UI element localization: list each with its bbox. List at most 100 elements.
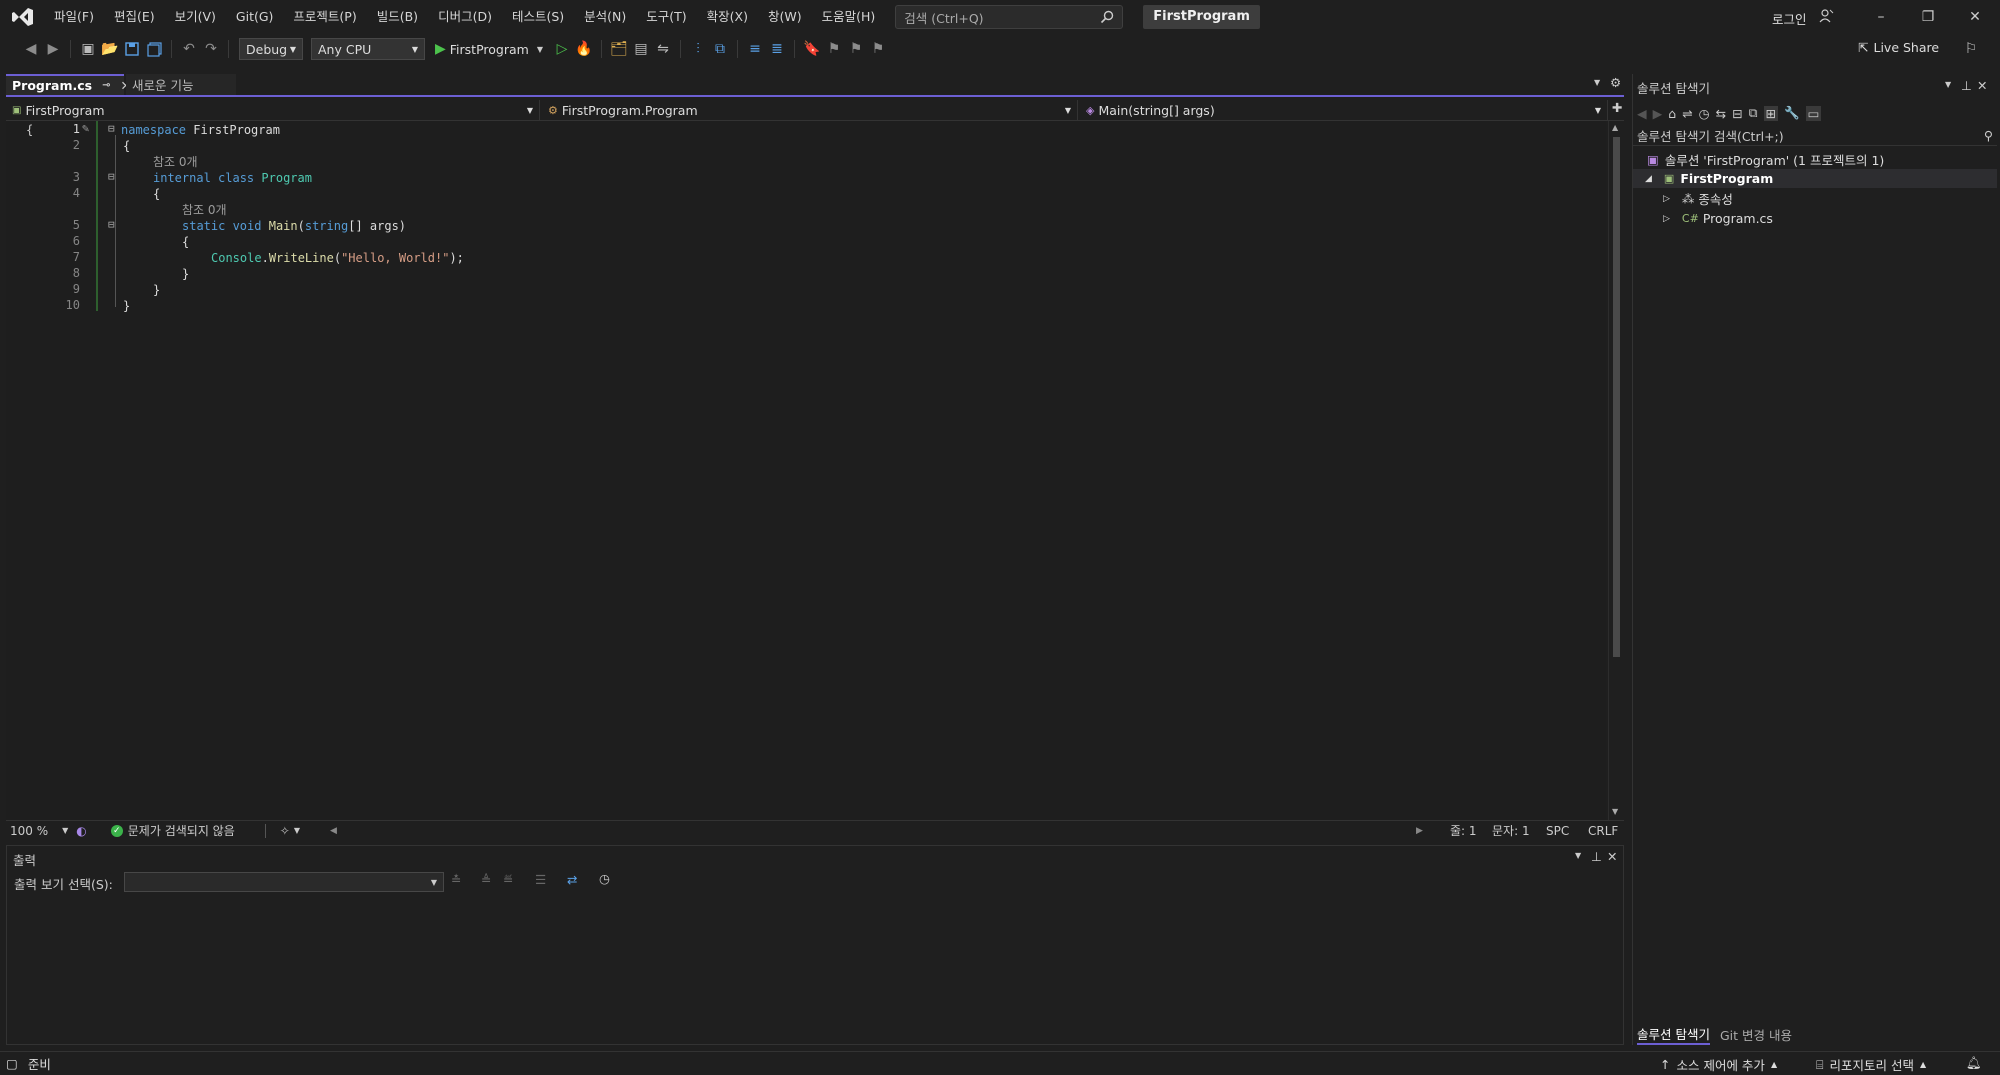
tree-item-solution[interactable]: ▣ 솔루션 'FirstProgram' (1 프로젝트의 1) (1633, 150, 1997, 169)
forward-icon[interactable]: ▶ (1653, 106, 1663, 121)
next-bookmark-icon[interactable]: ⚑ (845, 38, 867, 60)
menu-debug[interactable]: 디버그(D) (428, 0, 502, 34)
menu-analyze[interactable]: 분석(N) (574, 0, 636, 34)
close-window-button[interactable]: ✕ (1952, 0, 1998, 34)
save-all-icon[interactable] (143, 38, 165, 60)
clear-bookmarks-icon[interactable]: ⚑ (867, 38, 889, 60)
menu-git[interactable]: Git(G) (226, 0, 284, 34)
menu-edit[interactable]: 편집(E) (104, 0, 165, 34)
type-scope-dropdown[interactable]: ⚙ FirstProgram.Program ▼ (542, 100, 1078, 120)
output-window-icon[interactable]: ▢ (6, 1056, 18, 1071)
scroll-left-icon[interactable]: ◀ (330, 826, 337, 836)
menu-extensions[interactable]: 확장(X) (697, 0, 758, 34)
scroll-down-icon[interactable]: ▼ (1612, 807, 1618, 816)
reference-count[interactable]: 참조 0개 (182, 202, 227, 218)
switch-views-icon[interactable]: ⇌ (1682, 106, 1692, 121)
vertical-scrollbar[interactable]: ▲ ▼ (1608, 121, 1624, 821)
code-editor[interactable]: { ✎ 1 2 3 4 5 6 7 8 9 10 ⊟ ⊟ ⊟ namespace… (6, 121, 1606, 821)
bookmark-icon[interactable]: 🔖 (801, 38, 823, 60)
prev-message-icon[interactable]: ≜ (481, 872, 491, 887)
clock-icon[interactable]: ◷ (599, 871, 610, 886)
collapse-toggle-icon[interactable]: ⊟ (108, 122, 115, 135)
sync-icon[interactable]: ⇆ (1716, 106, 1726, 121)
step-icon[interactable]: ⇋ (652, 38, 674, 60)
project-scope-dropdown[interactable]: ▣ FirstProgram ▼ (6, 100, 540, 120)
solution-search-box[interactable]: 솔루션 탐색기 검색(Ctrl+;) ⚲ (1633, 126, 1997, 146)
restore-button[interactable]: ❐ (1905, 0, 1951, 34)
menu-project[interactable]: 프로젝트(P) (283, 0, 366, 34)
scrollbar-thumb[interactable] (1613, 137, 1620, 657)
zoom-level[interactable]: 100 % (10, 824, 48, 838)
live-share-button[interactable]: ⇱ Live Share (1858, 40, 1939, 55)
tab-whats-new[interactable]: 새로운 기능 (126, 74, 236, 95)
notifications-bell-icon[interactable]: 🔔︎ (1966, 1055, 1982, 1071)
login-link[interactable]: 로그인 (1772, 9, 1807, 28)
pending-changes-icon[interactable]: ◷ (1699, 106, 1710, 121)
menu-help[interactable]: 도움말(H) (812, 0, 886, 34)
compare-icon[interactable]: ⧉ (709, 38, 731, 60)
collapse-toggle-icon[interactable]: ⊟ (108, 218, 115, 231)
tab-git-changes[interactable]: Git 변경 내용 (1720, 1025, 1792, 1044)
redo-icon[interactable]: ↷ (200, 38, 222, 60)
reference-count[interactable]: 참조 0개 (153, 154, 198, 170)
tree-item-project[interactable]: ◢ ▣ FirstProgram (1633, 169, 1997, 188)
forward-icon[interactable]: ▶ (42, 38, 64, 60)
save-icon[interactable] (121, 38, 143, 60)
feedback-icon[interactable]: ⚐ (1960, 38, 1982, 60)
uncomment-icon[interactable]: ≣ (766, 38, 788, 60)
start-without-debugging-icon[interactable]: ▷ (551, 38, 573, 60)
minimize-button[interactable]: – (1858, 0, 1904, 34)
layout-icon[interactable]: ▤ (630, 38, 652, 60)
menu-tools[interactable]: 도구(T) (636, 0, 696, 34)
menu-build[interactable]: 빌드(B) (367, 0, 428, 34)
solution-configuration-dropdown[interactable]: Debug ▼ (239, 38, 303, 60)
chevron-down-icon[interactable]: ▼ (62, 826, 68, 835)
prev-bookmark-icon[interactable]: ⚑ (823, 38, 845, 60)
issues-status[interactable]: 문제가 검색되지 않음 (128, 822, 235, 839)
preview-selected-icon[interactable]: ▭ (1805, 105, 1822, 121)
quick-actions-icon[interactable]: ✎ (82, 121, 89, 135)
collapse-toggle-icon[interactable]: ⊟ (108, 170, 115, 183)
properties-icon[interactable]: 🔧 (1784, 105, 1800, 121)
global-search-box[interactable]: 검색 (Ctrl+Q) (895, 5, 1124, 29)
tab-list-chevron-down-icon[interactable]: ▼ (1594, 78, 1600, 87)
browse-folder-icon[interactable]: 🗂 (608, 38, 630, 60)
home-icon[interactable]: ⌂ (1668, 106, 1676, 121)
word-wrap-icon[interactable]: ⇄ (567, 872, 577, 887)
back-icon[interactable]: ◀ (1637, 106, 1647, 121)
code-cleanup-icon[interactable]: ✧ (280, 824, 290, 838)
menu-test[interactable]: 테스트(S) (502, 0, 574, 34)
tab-program-cs[interactable]: Program.cs ⊸ ✕ (6, 74, 131, 95)
column-position[interactable]: 문자: 1 (1492, 822, 1530, 839)
show-all-files-icon[interactable]: ⧉ (1749, 105, 1758, 121)
chevron-down-icon[interactable]: ▼ (1945, 80, 1951, 89)
menu-file[interactable]: 파일(F) (44, 0, 104, 34)
find-message-icon[interactable]: ≛ (451, 872, 461, 887)
whitespace-mode[interactable]: SPC (1546, 824, 1569, 838)
format-icon[interactable]: ⫶ (687, 38, 709, 60)
preview-icon[interactable]: ⊞ (1763, 105, 1778, 121)
tree-item-dependencies[interactable]: ▷ ⁂ 종속성 (1633, 189, 1997, 208)
copilot-icon[interactable]: ◐ (76, 824, 86, 838)
select-repository-button[interactable]: ⌸ 리포지토리 선택 ▲ (1816, 1055, 1926, 1074)
line-ending-mode[interactable]: CRLF (1588, 824, 1618, 838)
tree-item-program-cs[interactable]: ▷ C# Program.cs (1633, 209, 1997, 228)
start-debugging-button[interactable]: ▶ FirstProgram ▼ (435, 41, 543, 57)
close-panel-icon[interactable]: ✕ (1977, 78, 1987, 93)
collapsed-arrow-icon[interactable]: ▷ (1663, 214, 1670, 224)
visual-studio-logo-icon[interactable] (10, 4, 36, 30)
collapse-all-icon[interactable]: ⊟ (1732, 106, 1742, 121)
pin-icon[interactable]: ⊥ (1591, 849, 1602, 864)
gear-icon[interactable]: ⚙ (1610, 75, 1621, 90)
split-editor-icon[interactable]: ✚ (1612, 100, 1622, 115)
pin-icon[interactable]: ⊥ (1961, 78, 1972, 93)
output-source-dropdown[interactable]: ▼ (124, 872, 444, 892)
open-file-icon[interactable]: 📂 (99, 38, 121, 60)
new-project-icon[interactable]: ▣ (77, 38, 99, 60)
chevron-down-icon[interactable]: ▼ (294, 826, 300, 835)
close-panel-icon[interactable]: ✕ (1607, 849, 1617, 864)
scroll-right-icon[interactable]: ▶ (1416, 826, 1423, 836)
line-position[interactable]: 줄: 1 (1450, 822, 1477, 839)
account-icon[interactable] (1818, 8, 1834, 24)
collapsed-arrow-icon[interactable]: ▷ (1663, 194, 1670, 204)
